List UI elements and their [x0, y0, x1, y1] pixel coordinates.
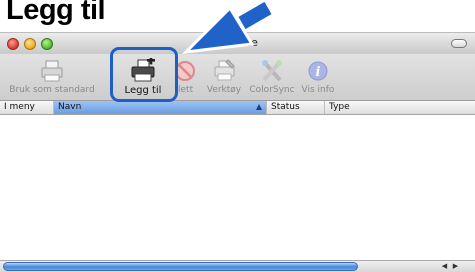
toolbar-label: Vis info — [301, 85, 335, 95]
title-bar[interactable]: verliste — [0, 32, 475, 54]
toolbar-toggle-button[interactable] — [451, 39, 467, 48]
printer-icon — [38, 58, 66, 84]
horizontal-scrollbar[interactable]: ◀ ▶ — [0, 260, 475, 272]
colorsync-icon — [258, 58, 286, 84]
scrollbar-thumb[interactable] — [3, 262, 358, 271]
sort-ascending-icon — [256, 104, 262, 110]
toolbar-colorsync-button[interactable]: ColorSync — [248, 55, 296, 99]
toolbar-label: lett — [178, 85, 194, 95]
column-header-type[interactable]: Type — [325, 101, 475, 114]
add-button-highlight — [110, 47, 178, 102]
toolbar-label: Verktøy — [206, 85, 242, 95]
table-header: I meny Navn Status Type — [0, 101, 475, 115]
toolbar-utility-button[interactable]: Verktøy — [204, 55, 244, 99]
page-caption: Legg til — [6, 0, 106, 26]
scroll-left-icon[interactable]: ◀ — [440, 262, 449, 271]
info-icon: i — [304, 58, 332, 84]
column-header-status[interactable]: Status — [267, 101, 325, 114]
toolbar-label: Bruk som standard — [9, 85, 95, 95]
toolbar: Bruk som standard Legg til lett Verktøy … — [0, 54, 475, 101]
column-header-in-menu[interactable]: I meny — [0, 101, 54, 114]
toolbar-show-info-button[interactable]: i Vis info — [298, 55, 338, 99]
svg-text:i: i — [316, 65, 321, 80]
column-header-label: Navn — [58, 102, 82, 112]
toolbar-make-default-button[interactable]: Bruk som standard — [2, 55, 102, 99]
scroll-right-icon[interactable]: ▶ — [451, 262, 460, 271]
window-title: verliste — [217, 36, 258, 49]
printer-list[interactable] — [0, 115, 475, 260]
toolbar-label: ColorSync — [249, 85, 295, 95]
utility-icon — [210, 58, 238, 84]
column-header-name[interactable]: Navn — [54, 101, 267, 114]
printer-list-window: verliste Bruk som standard Legg til lett… — [0, 32, 475, 272]
